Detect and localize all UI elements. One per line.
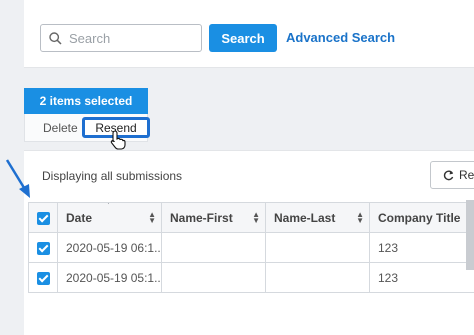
scrollbar[interactable] <box>466 200 474 270</box>
submissions-table: ▼ Date ▲▼ Name-First ▲▼ Name-Last ▲▼ Com… <box>28 202 474 293</box>
table-row[interactable]: 2020-05-19 06:1... 123 <box>28 232 474 263</box>
column-header-label: Name-First <box>170 210 233 225</box>
select-all-checkbox[interactable] <box>28 202 58 233</box>
cell-name-first <box>161 262 266 293</box>
column-header-name-last[interactable]: Name-Last ▲ ▼ <box>265 202 370 233</box>
selected-items-badge: 2 items selected <box>24 88 148 114</box>
column-header-company-title[interactable]: Company Title <box>369 202 474 233</box>
cell-date: 2020-05-19 06:1... <box>57 232 162 263</box>
cell-company-title: 123 <box>369 232 474 263</box>
bulk-action-bar: Delete Resend <box>24 114 150 142</box>
cell-name-last <box>265 232 370 263</box>
sort-indicator-icon: ▼ <box>104 204 113 207</box>
cell-company-title: 123 <box>369 262 474 293</box>
cell-date: 2020-05-19 05:1... <box>57 262 162 293</box>
cell-name-first <box>161 232 266 263</box>
column-header-name-first[interactable]: Name-First ▲ ▼ <box>161 202 266 233</box>
advanced-search-link[interactable]: Advanced Search <box>286 30 395 45</box>
submissions-panel: Displaying all submissions Re ▼ Date ▲▼ … <box>24 150 474 335</box>
sort-icon[interactable]: ▲ ▼ <box>148 211 156 225</box>
refresh-label: Re <box>459 168 474 182</box>
refresh-icon <box>443 170 454 180</box>
column-header-label: Name-Last <box>274 210 336 225</box>
display-status-text: Displaying all submissions <box>42 169 183 183</box>
row-checkbox[interactable] <box>28 232 58 263</box>
table-row[interactable]: 2020-05-19 05:1... 123 <box>28 262 474 293</box>
column-header-date[interactable]: ▼ Date ▲▼ <box>57 202 162 233</box>
column-header-label: Date <box>66 210 93 225</box>
row-checkbox[interactable] <box>28 262 58 293</box>
delete-action[interactable]: Delete <box>43 121 78 135</box>
search-icon <box>49 31 62 45</box>
refresh-button[interactable]: Re <box>430 161 474 189</box>
search-input[interactable] <box>69 30 194 46</box>
sort-icon[interactable]: ▲ ▼ <box>252 211 260 225</box>
annotation-arrow-icon <box>5 159 30 198</box>
column-header-label: Company Title <box>378 210 461 225</box>
search-button[interactable]: Search <box>209 24 277 52</box>
search-field[interactable] <box>40 24 202 52</box>
table-header-row: ▼ Date ▲▼ Name-First ▲▼ Name-Last ▲▼ Com… <box>28 202 474 233</box>
cell-name-last <box>265 262 370 293</box>
pointer-cursor-icon <box>110 130 126 150</box>
search-panel: Search Advanced Search <box>24 0 474 68</box>
selected-items-label: 2 items selected <box>39 94 133 108</box>
sort-icon[interactable]: ▲ ▼ <box>356 211 364 225</box>
